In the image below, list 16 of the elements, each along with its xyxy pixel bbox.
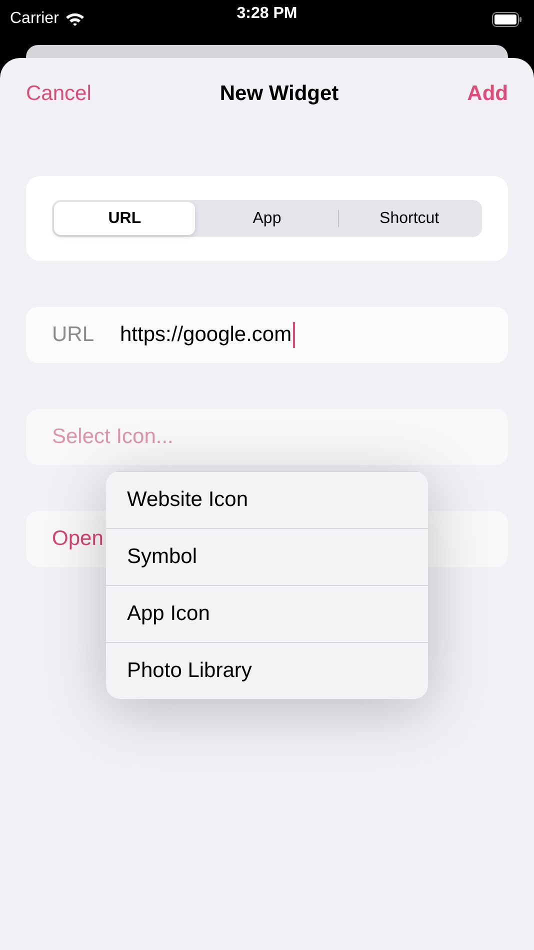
segment-tab[interactable]: App bbox=[196, 202, 338, 235]
segment-tab[interactable]: Shortcut bbox=[338, 202, 480, 235]
menu-item[interactable]: Photo Library bbox=[106, 642, 428, 699]
menu-item[interactable]: App Icon bbox=[106, 585, 428, 642]
battery-icon bbox=[492, 12, 522, 26]
wifi-icon bbox=[64, 12, 85, 26]
segment-tab[interactable]: URL bbox=[54, 202, 196, 235]
menu-item[interactable]: Website Icon bbox=[106, 471, 428, 528]
carrier-label: Carrier bbox=[10, 10, 59, 28]
url-value: https://google.com bbox=[120, 323, 292, 347]
text-cursor bbox=[292, 322, 295, 348]
menu-item[interactable]: Symbol bbox=[106, 528, 428, 585]
clock-time: 3:28 PM bbox=[236, 5, 298, 23]
field-label: URL bbox=[52, 323, 96, 347]
url-field[interactable]: URL https://google.com bbox=[26, 307, 508, 363]
sheet-title: New Widget bbox=[220, 82, 339, 106]
